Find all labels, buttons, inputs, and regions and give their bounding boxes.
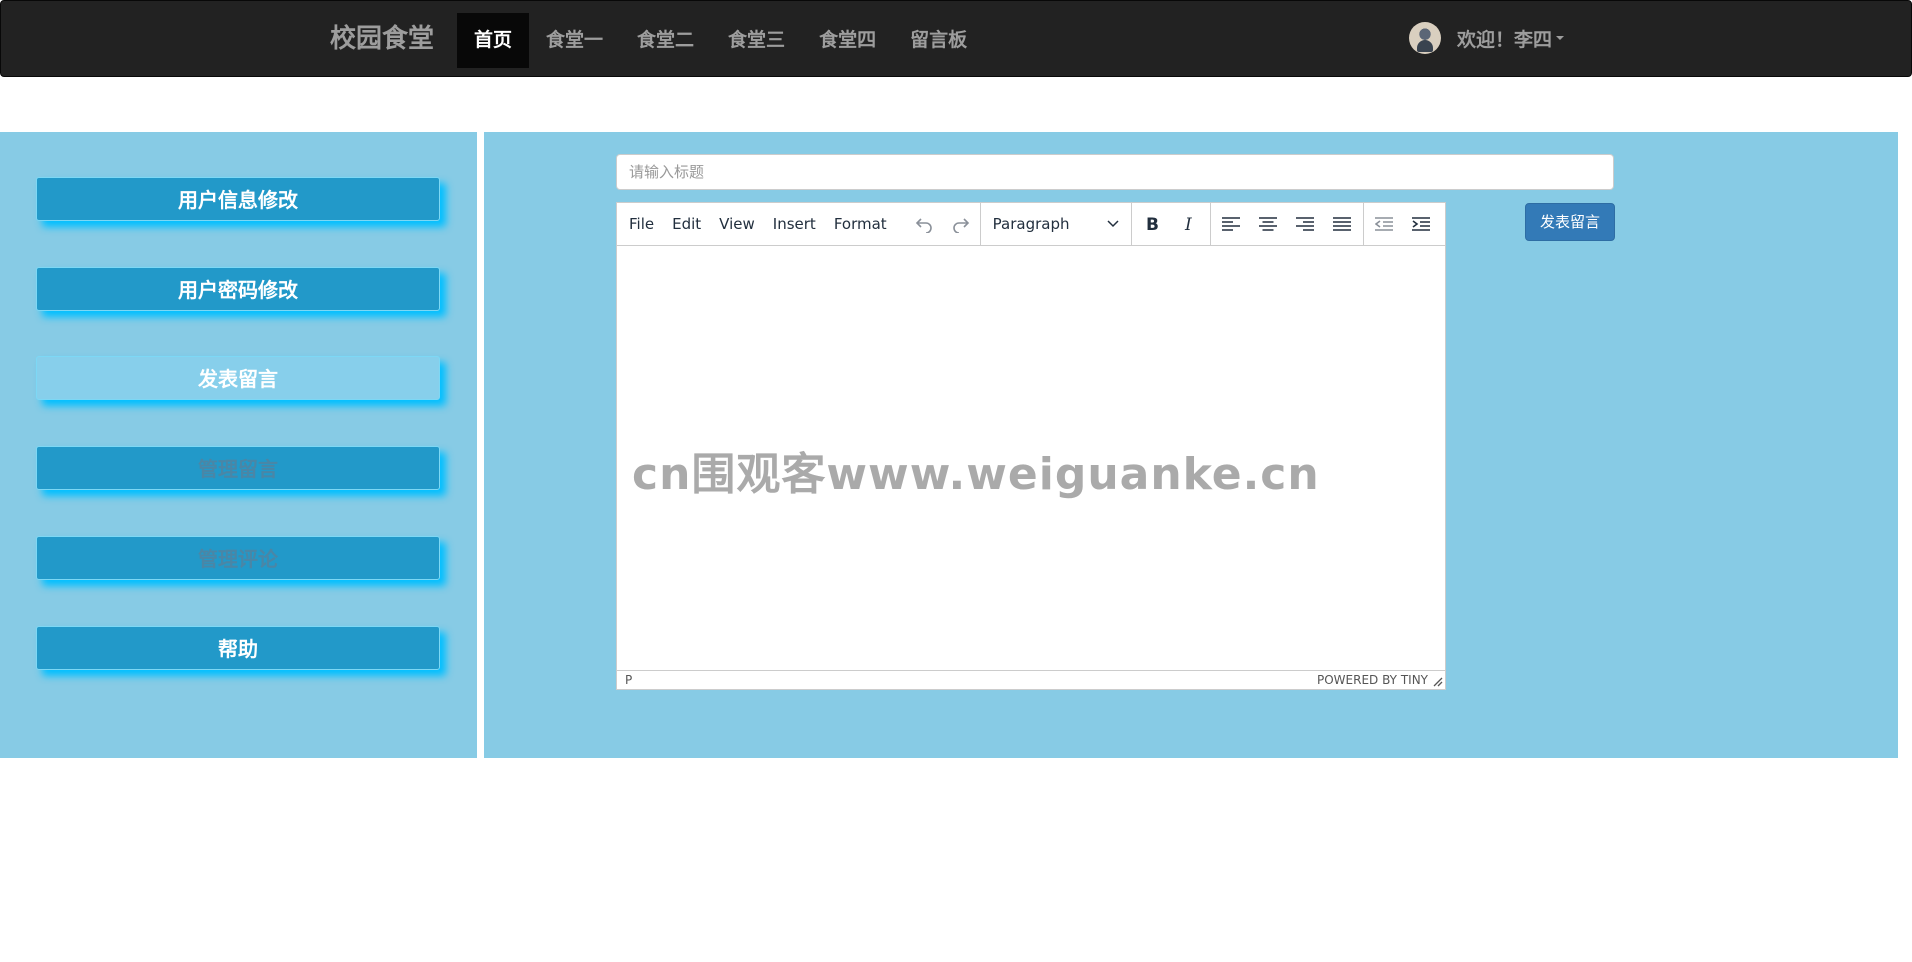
svg-text:I: I <box>1184 215 1192 233</box>
sidebar-item-edit-user-info[interactable]: 用户信息修改 <box>36 177 440 221</box>
sidebar-item-post-message[interactable]: 发表留言 <box>36 356 440 400</box>
chevron-down-icon <box>1107 220 1119 228</box>
post-message-button[interactable]: 发表留言 <box>1525 203 1615 241</box>
block-format-group: Paragraph <box>981 203 1132 245</box>
nav-item-canteen-1[interactable]: 食堂一 <box>529 13 620 68</box>
powered-by-link[interactable]: POWERED BY TINY <box>1317 673 1428 687</box>
undo-icon[interactable] <box>906 203 943 245</box>
bold-icon[interactable]: B <box>1134 203 1171 245</box>
caret-down-icon <box>1556 36 1565 40</box>
user-greeting: 欢迎！李四 <box>1457 28 1553 51</box>
indent-group <box>1364 203 1442 245</box>
menu-view[interactable]: View <box>710 215 764 233</box>
redo-icon[interactable] <box>943 203 980 245</box>
menu-format[interactable]: Format <box>825 215 896 233</box>
menu-insert[interactable]: Insert <box>764 215 825 233</box>
nav-item-canteen-4[interactable]: 食堂四 <box>802 13 893 68</box>
user-dropdown[interactable]: 欢迎！李四 <box>1409 22 1565 54</box>
avatar <box>1409 22 1441 54</box>
nav-item-message-board[interactable]: 留言板 <box>893 13 984 68</box>
resize-handle-icon[interactable] <box>1433 677 1443 687</box>
nav-item-home[interactable]: 首页 <box>457 13 530 68</box>
align-center-icon[interactable] <box>1250 203 1287 245</box>
sidebar-item-help[interactable]: 帮助 <box>36 626 440 670</box>
menu-edit[interactable]: Edit <box>663 215 710 233</box>
editor-statusbar: P POWERED BY TINY <box>617 670 1445 689</box>
sidebar: 用户信息修改 用户密码修改 发表留言 管理留言 管理评论 帮助 <box>0 132 477 758</box>
top-navbar: 校园食堂 首页 食堂一 食堂二 食堂三 食堂四 留言板 欢迎！李四 <box>0 0 1912 77</box>
align-left-icon[interactable] <box>1213 203 1250 245</box>
watermark-text: cn围观客www.weiguanke.cn <box>632 449 1320 500</box>
indent-icon[interactable] <box>1403 203 1440 245</box>
sidebar-item-manage-comments[interactable]: 管理评论 <box>36 536 440 580</box>
sidebar-item-change-password[interactable]: 用户密码修改 <box>36 267 440 311</box>
editor-toolbar: File Edit View Insert Format Paragraph B… <box>617 203 1445 246</box>
sidebar-item-manage-messages[interactable]: 管理留言 <box>36 446 440 490</box>
alignment-group <box>1211 203 1364 245</box>
align-justify-icon[interactable] <box>1324 203 1361 245</box>
svg-text:B: B <box>1146 215 1159 233</box>
brand-title[interactable]: 校园食堂 <box>330 1 434 77</box>
text-style-group: B I <box>1132 203 1211 245</box>
block-format-select[interactable]: Paragraph <box>981 203 1131 245</box>
nav-menu: 首页 食堂一 食堂二 食堂三 食堂四 留言板 <box>457 13 984 68</box>
align-right-icon[interactable] <box>1287 203 1324 245</box>
nav-item-canteen-2[interactable]: 食堂二 <box>620 13 711 68</box>
editor-menubar: File Edit View Insert Format <box>617 203 981 245</box>
block-format-value: Paragraph <box>992 215 1070 233</box>
nav-item-canteen-3[interactable]: 食堂三 <box>711 13 802 68</box>
title-input[interactable] <box>616 154 1614 190</box>
italic-icon[interactable]: I <box>1171 203 1208 245</box>
outdent-icon[interactable] <box>1366 203 1403 245</box>
menu-file[interactable]: File <box>620 215 663 233</box>
element-path[interactable]: P <box>625 673 632 687</box>
